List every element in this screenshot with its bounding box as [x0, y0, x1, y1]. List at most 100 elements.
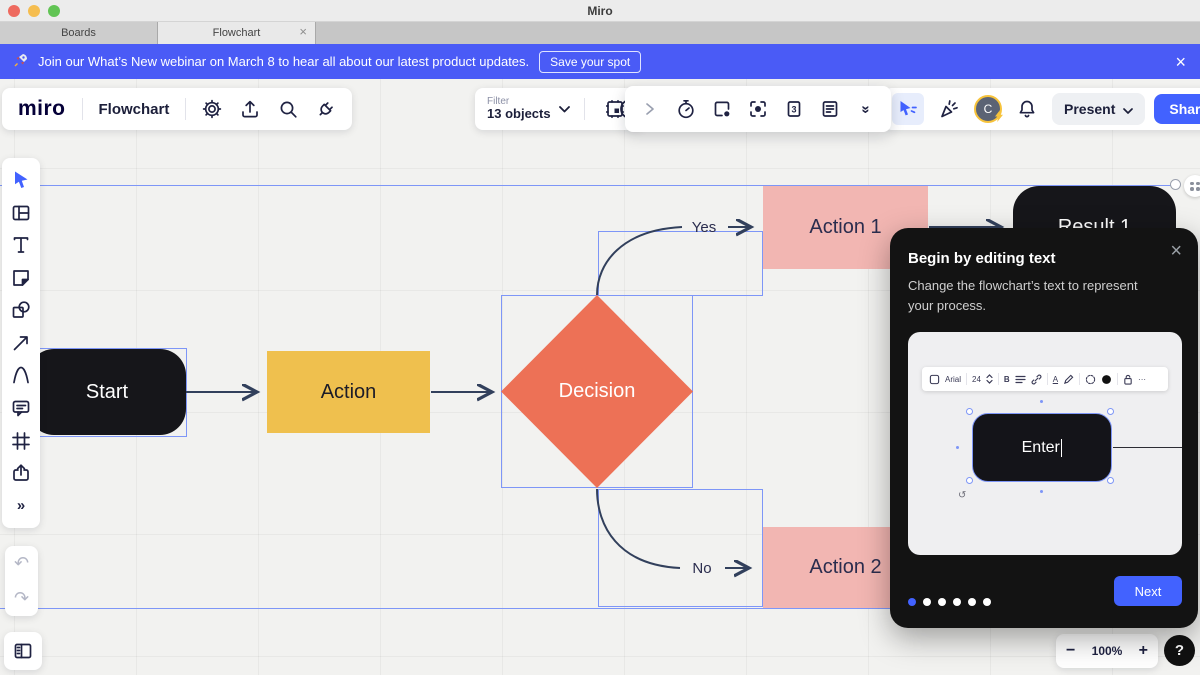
tab-close-icon[interactable]: × [299, 24, 307, 39]
present-button[interactable]: Present [1052, 93, 1146, 125]
reactions-icon[interactable] [933, 93, 965, 125]
mini-border-color-icon [1085, 374, 1096, 384]
chevron-down-icon [558, 100, 570, 118]
connector-no-bounds [598, 489, 763, 607]
history-toolbar: ↶ ↷ [5, 546, 38, 616]
export-icon[interactable] [234, 93, 266, 125]
pointer-icon[interactable] [892, 93, 924, 125]
popup-close-icon[interactable]: × [1170, 240, 1182, 263]
pen-tool-icon[interactable] [7, 361, 35, 389]
templates-tool-icon[interactable] [7, 199, 35, 227]
avatar-initial: C [983, 102, 993, 116]
banner-close-icon[interactable]: × [1175, 53, 1186, 71]
tab-boards[interactable]: Boards [0, 22, 158, 44]
text-tool-icon[interactable] [7, 231, 35, 259]
connection-line-tool-icon[interactable] [7, 329, 35, 357]
main-toolbar: miro Flowchart [2, 88, 353, 130]
tools-overlay-toolbar: 3 » [625, 86, 891, 132]
tab-bar: Boards Flowchart × [0, 22, 1200, 44]
avatar[interactable]: C [974, 95, 1004, 125]
lightning-icon [994, 110, 1004, 125]
text-caret [1060, 438, 1063, 457]
mini-handle-tl [966, 408, 973, 415]
undo-icon[interactable]: ↶ [14, 553, 29, 574]
mini-node: Enter [972, 413, 1112, 482]
export-frame-icon[interactable] [705, 93, 739, 125]
selection-top-line [0, 185, 1177, 186]
mini-lock-icon [1124, 374, 1132, 385]
collaboration-toolbar: C Present Share [884, 88, 1200, 130]
mini-stepper-icon [986, 374, 993, 384]
comment-tool-icon[interactable] [7, 394, 35, 422]
svg-text:3: 3 [791, 105, 796, 115]
rocket-icon [14, 53, 28, 70]
pagination-dot[interactable] [953, 598, 961, 606]
tool-sidebar: » [2, 158, 40, 528]
drag-dots-icon [1190, 181, 1200, 191]
filter-dropdown[interactable]: Filter 13 objects [487, 96, 570, 121]
node-start-label: Start [85, 380, 129, 403]
chevron-down-icon [1123, 101, 1134, 117]
share-button[interactable]: Share [1154, 94, 1200, 124]
more-tools-icon[interactable]: » [7, 492, 35, 520]
node-action[interactable]: Action [267, 351, 430, 433]
integrations-icon[interactable] [310, 93, 342, 125]
next-button[interactable]: Next [1114, 576, 1182, 606]
node-start[interactable]: Start [28, 349, 186, 435]
notifications-icon[interactable] [1011, 93, 1043, 125]
slides-icon[interactable]: 3 [777, 93, 811, 125]
frame-tool-icon[interactable] [7, 427, 35, 455]
tutorial-popup: × Begin by editing text Change the flowc… [890, 228, 1198, 628]
mini-font-name: Arial [945, 374, 962, 384]
zoom-out-button[interactable]: − [1066, 642, 1075, 660]
pagination-dot[interactable] [923, 598, 931, 606]
popup-title: Begin by editing text [908, 250, 1056, 267]
mini-bold-icon: B [1003, 374, 1010, 384]
pagination-dot[interactable] [968, 598, 976, 606]
node-action-label: Action [320, 380, 377, 403]
mini-align-icon [1015, 375, 1026, 383]
save-your-spot-button[interactable]: Save your spot [539, 50, 642, 73]
focus-spotlight-icon[interactable] [741, 93, 775, 125]
sticky-note-tool-icon[interactable] [7, 264, 35, 292]
shapes-tool-icon[interactable] [7, 296, 35, 324]
mini-font-size: 24 [972, 374, 981, 384]
node-decision[interactable]: Decision [501, 295, 693, 488]
mini-edge-dot-left [956, 446, 959, 449]
filter-value: 13 objects [487, 106, 551, 122]
selection-menu-button[interactable] [1184, 175, 1200, 197]
pagination-dot[interactable] [983, 598, 991, 606]
panel-toggle-button[interactable] [4, 632, 42, 670]
miro-app-window: Miro Boards Flowchart × Join our What’s … [0, 0, 1200, 675]
notes-icon[interactable] [813, 93, 847, 125]
node-action2-label: Action 2 [809, 556, 882, 578]
chevron-right-icon[interactable] [633, 93, 667, 125]
select-tool-icon[interactable] [7, 166, 35, 194]
board-name[interactable]: Flowchart [93, 101, 176, 118]
redo-icon[interactable]: ↷ [14, 588, 29, 609]
mini-node-text: Enter [1021, 438, 1060, 456]
miro-logo[interactable]: miro [12, 97, 72, 121]
help-button[interactable]: ? [1164, 635, 1195, 666]
selection-resize-handle[interactable] [1170, 179, 1181, 190]
settings-icon[interactable] [196, 93, 228, 125]
zoom-level[interactable]: 100% [1092, 644, 1123, 658]
mini-edge-dot-top [1040, 400, 1043, 403]
pagination-dot[interactable] [938, 598, 946, 606]
collapse-icon[interactable]: » [849, 93, 883, 125]
search-icon[interactable] [272, 93, 304, 125]
mini-rotate-handle: ↺ [958, 490, 967, 501]
board-canvas[interactable]: Yes No Start Action Decision Action 1 Ac… [0, 79, 1200, 675]
mini-fill-color-icon [1102, 374, 1111, 384]
mini-handle-br [1107, 477, 1114, 484]
tab-flowchart[interactable]: Flowchart × [158, 22, 316, 44]
mini-shape-icon [929, 374, 940, 384]
timer-icon[interactable] [669, 93, 703, 125]
connector-yes-bounds [598, 231, 763, 296]
mini-edge-dot-bottom [1040, 490, 1043, 493]
zoom-in-button[interactable]: + [1139, 642, 1148, 660]
pagination-dot[interactable] [908, 598, 916, 606]
upload-tool-icon[interactable] [7, 459, 35, 487]
promo-banner: Join our What’s New webinar on March 8 t… [0, 44, 1200, 79]
panel-icon [14, 643, 32, 659]
